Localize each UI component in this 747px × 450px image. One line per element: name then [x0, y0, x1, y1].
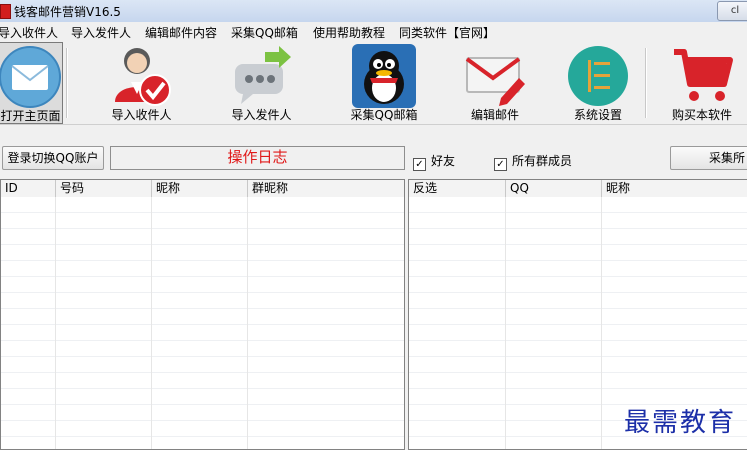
login-switch-qq-button[interactable]: 登录切换QQ账户 — [2, 146, 104, 170]
buy-software-button[interactable]: 购买本软件 — [666, 42, 738, 124]
toolbar-label: 打开主页面 — [0, 109, 61, 123]
watermark: 最需教育 — [624, 408, 737, 438]
menu-help[interactable]: 使用帮助教程 — [313, 24, 385, 41]
import-senders-button[interactable]: 导入发件人 — [224, 42, 299, 124]
chat-forward-icon — [235, 46, 291, 104]
column-header-group-nickname[interactable]: 群昵称 — [248, 180, 404, 197]
all-members-label: 所有群成员 — [512, 154, 573, 168]
toolbar-label: 编辑邮件 — [470, 108, 519, 122]
system-settings-button[interactable]: 系统设置 — [563, 42, 633, 124]
toolbar-label: 采集QQ邮箱 — [350, 108, 418, 122]
menu-edit-mail[interactable]: 编辑邮件内容 — [145, 24, 217, 41]
toolbar-label: 导入发件人 — [231, 108, 292, 122]
table-header: 反选 QQ 昵称 — [409, 180, 747, 198]
app-icon — [0, 4, 11, 19]
shopping-cart-icon — [674, 49, 733, 101]
table-header: ID 号码 昵称 群昵称 — [1, 180, 404, 198]
settings-list-icon — [568, 46, 628, 106]
column-header-invert-select[interactable]: 反选 — [409, 180, 506, 197]
collect-button[interactable]: 采集所 — [670, 146, 747, 170]
toolbar-label: 购买本软件 — [671, 108, 732, 122]
menu-bar: 导入收件人 导入发件人 编辑邮件内容 采集QQ邮箱 使用帮助教程 同类软件【官网… — [0, 22, 747, 42]
check-icon: ✓ — [494, 158, 507, 171]
toolbar-separator — [645, 48, 647, 118]
contacts-table[interactable]: ID 号码 昵称 群昵称 — [0, 179, 405, 450]
collect-qq-button[interactable]: 采集QQ邮箱 — [349, 42, 419, 124]
toolbar-separator — [66, 48, 68, 118]
operation-log: 操作日志 — [110, 146, 405, 170]
edit-mail-button[interactable]: 编辑邮件 — [460, 42, 530, 124]
menu-import-senders[interactable]: 导入发件人 — [71, 24, 131, 41]
open-main-page-button[interactable]: 打开主页面 — [0, 42, 63, 124]
edit-mail-icon — [465, 57, 525, 106]
window-control-button[interactable]: cl — [717, 1, 747, 21]
menu-similar-software[interactable]: 同类软件【官网】 — [399, 24, 495, 41]
menu-import-recipients[interactable]: 导入收件人 — [0, 24, 58, 41]
import-recipients-button[interactable]: 导入收件人 — [104, 42, 179, 124]
friends-label: 好友 — [431, 154, 456, 168]
column-header-nickname[interactable]: 昵称 — [152, 180, 248, 197]
friends-checkbox[interactable]: ✓ 好友 — [413, 152, 455, 171]
toolbar-label: 系统设置 — [573, 108, 622, 122]
column-header-id[interactable]: ID — [1, 180, 56, 197]
qq-penguin-icon — [352, 44, 416, 108]
table-body — [1, 197, 404, 449]
toolbar: 打开主页面 导入收件人 导入发件人 采集QQ邮箱 编辑邮件 系统设置 购买本软件 — [0, 42, 747, 125]
user-check-icon — [115, 48, 171, 106]
controls-bar: 登录切换QQ账户 操作日志 ✓ 好友 ✓ 所有群成员 采集所 — [0, 124, 747, 174]
column-header-number[interactable]: 号码 — [56, 180, 152, 197]
all-members-checkbox[interactable]: ✓ 所有群成员 — [494, 152, 572, 171]
window-title: 钱客邮件营销V16.5 — [14, 5, 121, 19]
menu-collect-qq[interactable]: 采集QQ邮箱 — [231, 24, 298, 41]
mail-envelope-icon — [0, 46, 61, 108]
title-bar: 钱客邮件营销V16.5 cl — [0, 0, 747, 23]
column-header-nickname[interactable]: 昵称 — [602, 180, 747, 197]
check-icon: ✓ — [413, 158, 426, 171]
column-header-qq[interactable]: QQ — [506, 180, 602, 197]
toolbar-label: 导入收件人 — [111, 108, 172, 122]
